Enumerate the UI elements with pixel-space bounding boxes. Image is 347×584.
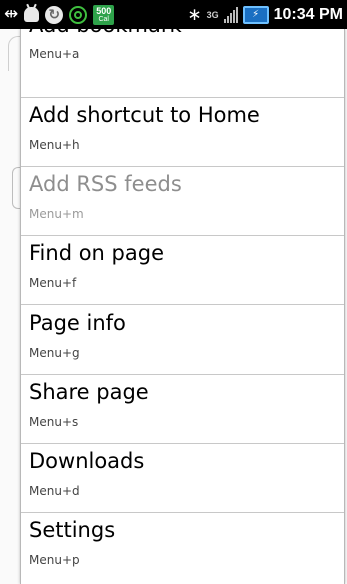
menu-item-label: Downloads <box>29 449 145 473</box>
menu-item-downloads[interactable]: Downloads Menu+d <box>21 444 344 513</box>
network-3g-icon: 3G <box>206 9 219 20</box>
battery-charging-icon: ⚡ <box>242 5 269 24</box>
wifi-icon <box>69 5 88 24</box>
menu-item-add-rss-feeds: Add RSS feeds Menu+m <box>21 167 344 236</box>
menu-item-settings[interactable]: Settings Menu+p <box>21 513 344 582</box>
menu-item-label: Page info <box>29 311 126 335</box>
menu-item-label: Share page <box>29 380 149 404</box>
menu-item-label: Add RSS feeds <box>29 172 182 196</box>
menu-item-shortcut: Menu+g <box>29 346 80 360</box>
sync-icon: ↻ <box>45 5 64 24</box>
usb-icon: ⇹ <box>4 4 19 24</box>
clock: 10:34 PM <box>273 5 343 23</box>
signal-icon <box>223 6 238 23</box>
menu-item-shortcut: Menu+a <box>29 47 80 61</box>
options-menu: Add bookmark Menu+a Add shortcut to Home… <box>20 29 345 584</box>
menu-item-label: Add bookmark <box>29 29 182 37</box>
menu-item-find-on-page[interactable]: Find on page Menu+f <box>21 236 344 305</box>
menu-item-label: Find on page <box>29 241 164 265</box>
calendar-number: 500 <box>96 5 112 16</box>
bluetooth-icon: ∗ <box>187 4 202 25</box>
menu-item-shortcut: Menu+p <box>29 553 80 567</box>
menu-item-shortcut: Menu+m <box>29 207 84 221</box>
calendar-icon: 500 Cal <box>93 4 115 25</box>
menu-item-add-shortcut-to-home[interactable]: Add shortcut to Home Menu+h <box>21 98 344 167</box>
android-debug-icon <box>24 7 40 22</box>
menu-item-page-info[interactable]: Page info Menu+g <box>21 306 344 375</box>
menu-item-shortcut: Menu+s <box>29 415 79 429</box>
menu-item-share-page[interactable]: Share page Menu+s <box>21 375 344 444</box>
menu-item-shortcut: Menu+d <box>29 484 80 498</box>
menu-item-add-bookmark[interactable]: Add bookmark Menu+a <box>21 29 344 98</box>
menu-item-shortcut: Menu+h <box>29 138 80 152</box>
calendar-label: Cal <box>98 15 109 23</box>
menu-item-label: Settings <box>29 518 116 542</box>
status-bar: ⇹ ↻ 500 Cal ∗ 3G ⚡ 10:34 PM <box>0 0 347 29</box>
menu-item-label: Add shortcut to Home <box>29 103 260 127</box>
menu-item-shortcut: Menu+f <box>29 276 77 290</box>
